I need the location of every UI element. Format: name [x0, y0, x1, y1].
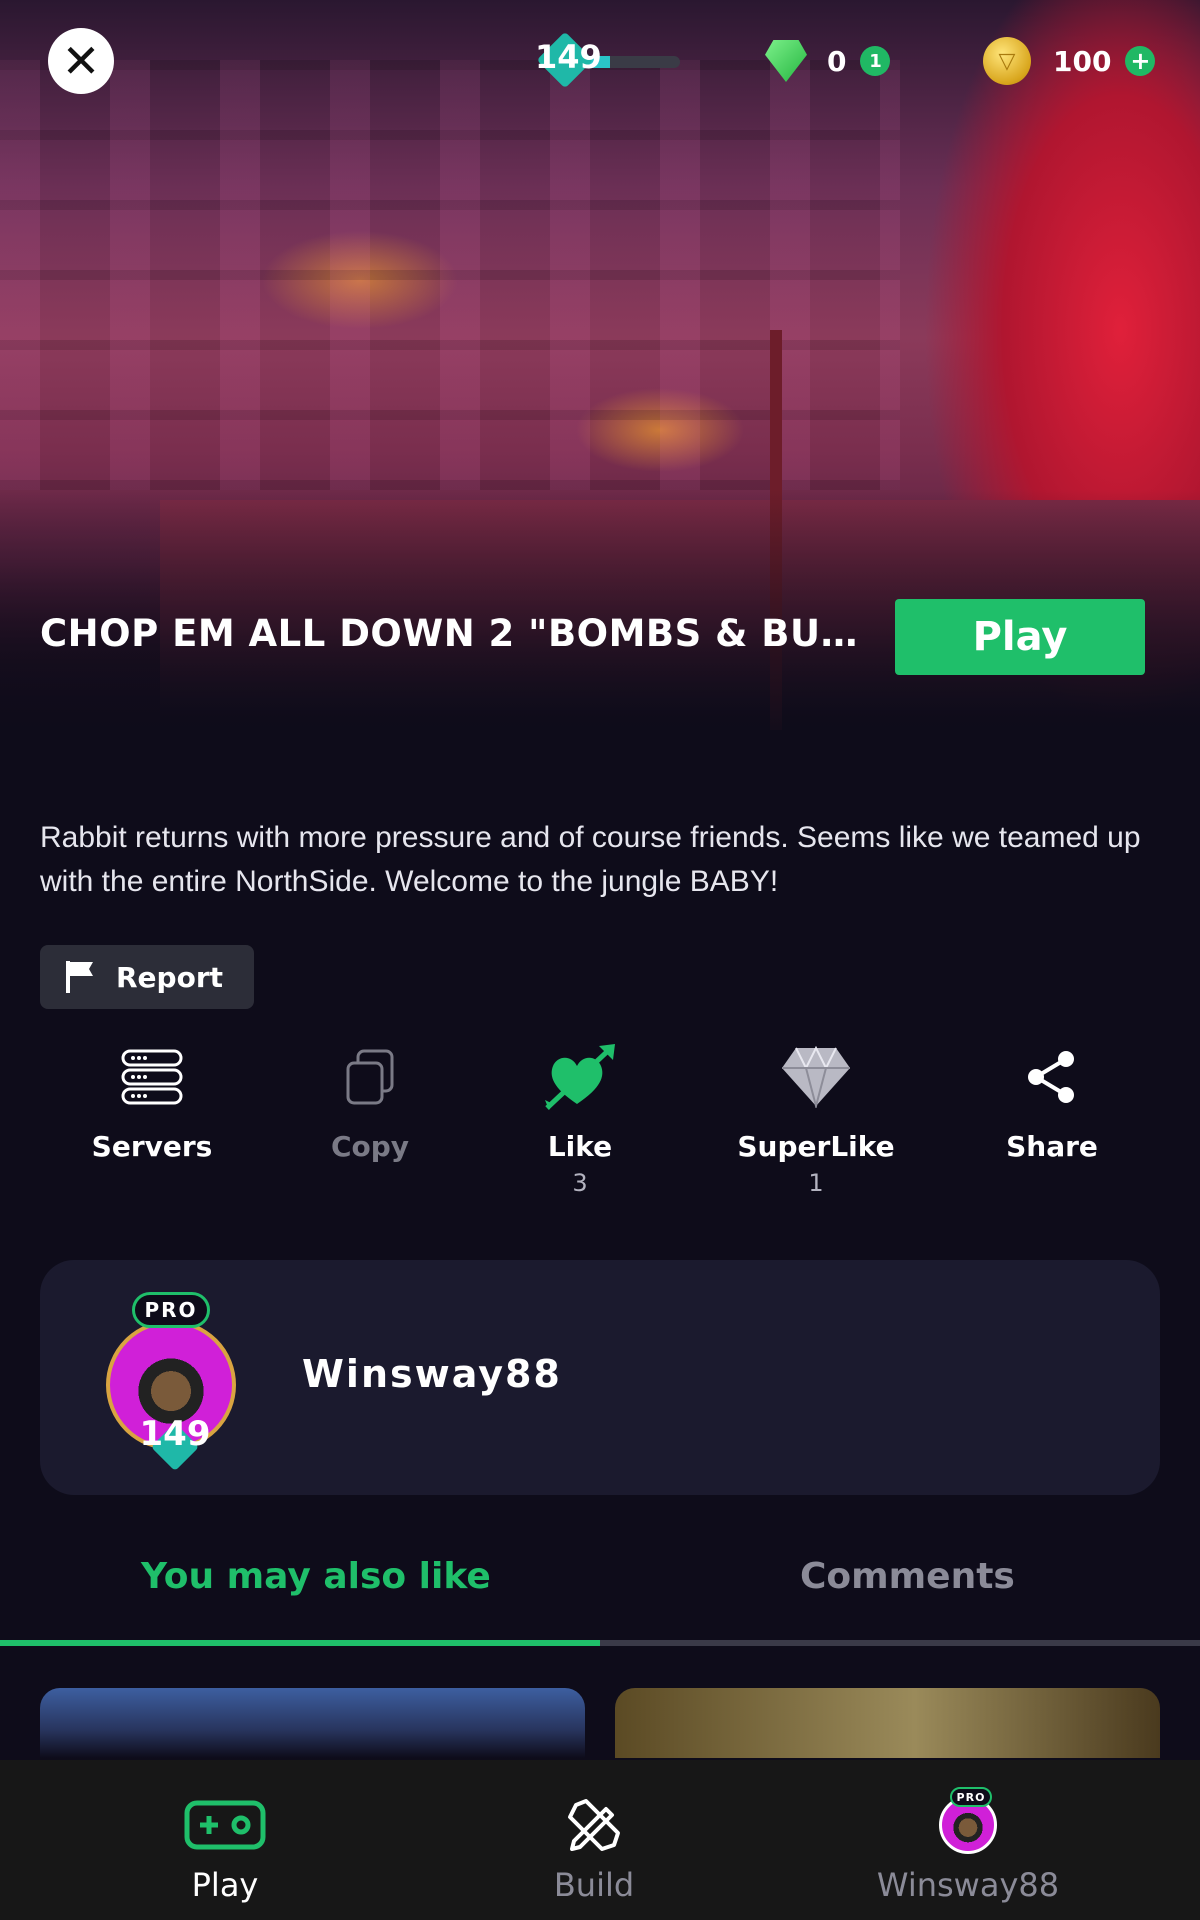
gem-badge: 1 [860, 46, 891, 76]
nav-build[interactable]: Build [444, 1760, 744, 1920]
share-button[interactable]: Share [952, 1040, 1152, 1169]
recommended-game-thumbnail[interactable] [40, 1688, 585, 1758]
servers-label: Servers [91, 1130, 213, 1163]
action-bar: Servers Copy Like 3 SuperLike 1 Share [40, 1040, 1160, 1220]
game-description: Rabbit returns with more pressure and of… [40, 821, 1141, 898]
creator-card[interactable]: PRO 149 Winsway88 [40, 1260, 1160, 1495]
pro-badge: PRO [132, 1292, 210, 1328]
copy-button[interactable]: Copy [270, 1040, 470, 1169]
creator-name: Winsway88 [302, 1352, 562, 1396]
superlike-button[interactable]: SuperLike 1 [716, 1040, 916, 1197]
gamepad-icon [184, 1800, 266, 1850]
superlike-count: 1 [808, 1169, 824, 1197]
nav-play[interactable]: Play [75, 1760, 375, 1920]
tab-active-indicator [0, 1640, 600, 1646]
tab-you-may-also-like[interactable]: You may also like [141, 1556, 491, 1597]
nav-build-label: Build [553, 1866, 635, 1904]
tab-underline [0, 1640, 1200, 1646]
copy-icon [346, 1049, 394, 1105]
coin-count: 100 [1053, 44, 1112, 78]
hero-city-scene [0, 60, 900, 490]
superlike-label: SuperLike [737, 1130, 895, 1163]
report-label: Report [116, 960, 224, 994]
gem-icon [765, 40, 807, 82]
avatar-icon: PRO [939, 1787, 997, 1854]
creator-level: 149 [139, 1414, 211, 1454]
nav-play-label: Play [191, 1866, 259, 1904]
like-count: 3 [572, 1169, 588, 1197]
heart-arrow-icon [545, 1044, 615, 1110]
like-button[interactable]: Like 3 [480, 1040, 680, 1197]
tab-comments[interactable]: Comments [800, 1556, 1015, 1597]
recommended-game-thumbnail[interactable] [615, 1688, 1160, 1758]
nav-profile-label: Winsway88 [876, 1866, 1060, 1904]
gem-count: 0 [827, 44, 847, 78]
report-button[interactable]: Report [40, 945, 254, 1009]
diamond-icon [782, 1046, 850, 1108]
servers-icon [121, 1049, 183, 1105]
gem-balance[interactable]: 0 1 [765, 36, 891, 86]
player-level: 149 [535, 31, 685, 89]
like-label: Like [547, 1130, 613, 1163]
build-tools-icon [568, 1799, 620, 1851]
bottom-nav: Play Build PRO Winsway88 [0, 1760, 1200, 1920]
close-icon: ✕ [61, 34, 101, 88]
servers-button[interactable]: Servers [52, 1040, 252, 1169]
share-icon [1028, 1051, 1074, 1103]
play-button[interactable]: Play [895, 599, 1145, 675]
level-number: 149 [535, 38, 602, 76]
close-button[interactable]: ✕ [48, 28, 114, 94]
nav-profile[interactable]: PRO Winsway88 [818, 1760, 1118, 1920]
share-label: Share [1006, 1130, 1098, 1163]
flag-icon [66, 961, 93, 993]
game-title: CHOP EM ALL DOWN 2 "BOMBS & BUL... [40, 612, 860, 655]
coin-balance[interactable]: ▽ 100 + [983, 36, 1156, 86]
nav-pro-badge: PRO [950, 1787, 992, 1807]
add-coins-button[interactable]: + [1125, 46, 1156, 76]
coin-icon: ▽ [983, 37, 1031, 85]
copy-label: Copy [330, 1130, 410, 1163]
